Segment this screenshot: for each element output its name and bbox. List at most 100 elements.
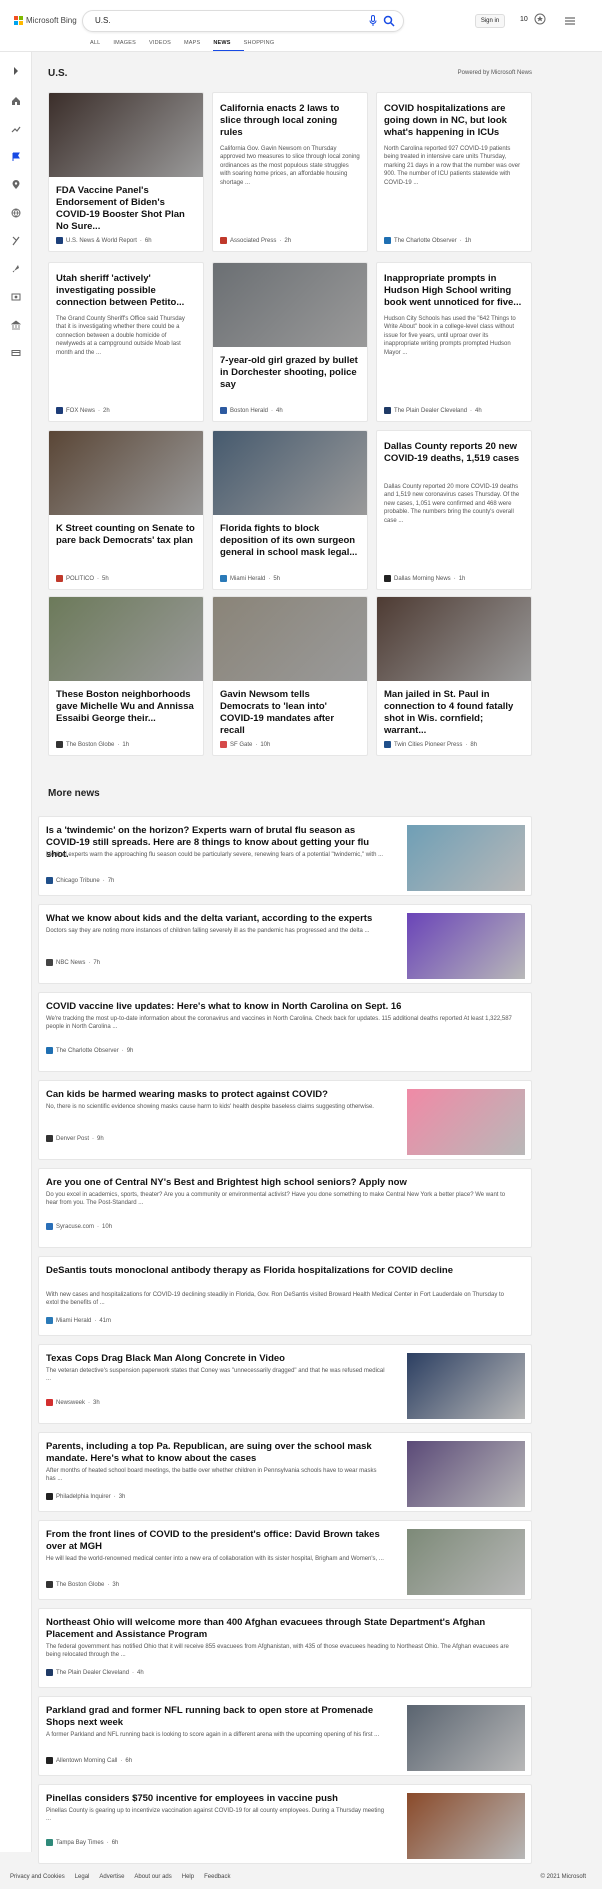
- source-name[interactable]: Associated Press: [230, 238, 276, 244]
- expand-chevron-icon[interactable]: [11, 66, 21, 76]
- more-news-title-link[interactable]: Northeast Ohio will welcome more than 40…: [46, 1617, 516, 1641]
- story-title[interactable]: Dallas County reports 20 new COVID-19 de…: [384, 441, 524, 465]
- story-title[interactable]: California enacts 2 laws to slice throug…: [220, 103, 360, 139]
- source-name[interactable]: U.S. News & World Report: [66, 238, 137, 244]
- trending-icon[interactable]: [11, 124, 21, 134]
- tab-maps[interactable]: MAPS: [184, 40, 213, 51]
- more-news-thumbnail[interactable]: [407, 1705, 525, 1771]
- top-story-card[interactable]: 7-year-old girl grazed by bullet in Dorc…: [212, 262, 368, 422]
- politics-icon[interactable]: [11, 236, 21, 246]
- source-name[interactable]: Twin Cities Pioneer Press: [394, 742, 462, 748]
- top-story-card[interactable]: Man jailed in St. Paul in connection to …: [376, 596, 532, 756]
- source-name[interactable]: The Boston Globe: [56, 1582, 104, 1588]
- source-name[interactable]: Chicago Tribune: [56, 878, 100, 884]
- science-rocket-icon[interactable]: [11, 264, 21, 274]
- search-box[interactable]: U.S.: [82, 10, 404, 32]
- location-pin-icon[interactable]: [11, 180, 21, 190]
- story-title[interactable]: FDA Vaccine Panel's Endorsement of Biden…: [56, 185, 196, 233]
- story-title[interactable]: Gavin Newsom tells Democrats to 'lean in…: [220, 689, 360, 737]
- more-news-item[interactable]: Northeast Ohio will welcome more than 40…: [38, 1608, 532, 1688]
- more-news-title-link[interactable]: COVID vaccine live updates: Here's what …: [46, 1001, 516, 1013]
- footer-link-legal[interactable]: Legal: [75, 1874, 90, 1880]
- top-story-card[interactable]: Dallas County reports 20 new COVID-19 de…: [376, 430, 532, 590]
- more-news-thumbnail[interactable]: [407, 1353, 525, 1419]
- source-name[interactable]: SF Gate: [230, 742, 252, 748]
- top-story-card[interactable]: K Street counting on Senate to pare back…: [48, 430, 204, 590]
- story-thumbnail[interactable]: [49, 597, 203, 681]
- tab-news[interactable]: NEWS: [213, 40, 244, 51]
- more-news-item[interactable]: Texas Cops Drag Black Man Along Concrete…: [38, 1344, 532, 1424]
- source-name[interactable]: The Plain Dealer Cleveland: [394, 408, 467, 414]
- story-thumbnail[interactable]: [213, 431, 367, 515]
- more-news-title-link[interactable]: Pinellas considers $750 incentive for em…: [46, 1793, 386, 1805]
- more-news-title-link[interactable]: DeSantis touts monoclonal antibody thera…: [46, 1265, 516, 1277]
- top-story-card[interactable]: Utah sheriff 'actively' investigating po…: [48, 262, 204, 422]
- money-card-icon[interactable]: [11, 348, 21, 358]
- business-icon[interactable]: [11, 320, 21, 330]
- source-name[interactable]: Philadelphia Inquirer: [56, 1494, 111, 1500]
- rewards-points[interactable]: 10: [520, 16, 528, 23]
- more-news-item[interactable]: Pinellas considers $750 incentive for em…: [38, 1784, 532, 1864]
- hamburger-menu-icon[interactable]: [565, 17, 575, 25]
- story-title[interactable]: Utah sheriff 'actively' investigating po…: [56, 273, 196, 309]
- more-news-item[interactable]: From the front lines of COVID to the pre…: [38, 1520, 532, 1600]
- more-news-title-link[interactable]: What we know about kids and the delta va…: [46, 913, 386, 925]
- story-thumbnail[interactable]: [213, 263, 367, 347]
- top-story-card[interactable]: Inappropriate prompts in Hudson High Sch…: [376, 262, 532, 422]
- more-news-item[interactable]: COVID vaccine live updates: Here's what …: [38, 992, 532, 1072]
- top-story-card[interactable]: Florida fights to block deposition of it…: [212, 430, 368, 590]
- source-name[interactable]: The Charlotte Observer: [394, 238, 457, 244]
- search-input[interactable]: U.S.: [95, 16, 111, 25]
- story-title[interactable]: Florida fights to block deposition of it…: [220, 523, 360, 559]
- home-icon[interactable]: [11, 96, 21, 106]
- source-name[interactable]: Dallas Morning News: [394, 576, 451, 582]
- more-news-thumbnail[interactable]: [407, 1529, 525, 1595]
- source-name[interactable]: Syracuse.com: [56, 1224, 94, 1230]
- footer-link-feedback[interactable]: Feedback: [204, 1874, 230, 1880]
- more-news-item[interactable]: What we know about kids and the delta va…: [38, 904, 532, 984]
- more-news-title-link[interactable]: Can kids be harmed wearing masks to prot…: [46, 1089, 386, 1101]
- more-news-title-link[interactable]: From the front lines of COVID to the pre…: [46, 1529, 386, 1553]
- tab-images[interactable]: IMAGES: [113, 40, 149, 51]
- story-thumbnail[interactable]: [49, 93, 203, 177]
- more-news-thumbnail[interactable]: [407, 1441, 525, 1507]
- story-thumbnail[interactable]: [377, 597, 531, 681]
- more-news-item[interactable]: Parents, including a top Pa. Republican,…: [38, 1432, 532, 1512]
- source-name[interactable]: FOX News: [66, 408, 95, 414]
- footer-link-privacy[interactable]: Privacy and Cookies: [10, 1874, 65, 1880]
- footer-link-about-ads[interactable]: About our ads: [134, 1874, 171, 1880]
- source-name[interactable]: POLITICO: [66, 576, 94, 582]
- story-title[interactable]: Man jailed in St. Paul in connection to …: [384, 689, 524, 737]
- more-news-item[interactable]: Can kids be harmed wearing masks to prot…: [38, 1080, 532, 1160]
- more-news-title-link[interactable]: Parkland grad and former NFL running bac…: [46, 1705, 386, 1729]
- footer-link-advertise[interactable]: Advertise: [99, 1874, 124, 1880]
- tab-shopping[interactable]: SHOPPING: [244, 40, 288, 51]
- more-news-thumbnail[interactable]: [407, 913, 525, 979]
- source-name[interactable]: Allentown Morning Call: [56, 1758, 117, 1764]
- more-news-title-link[interactable]: Parents, including a top Pa. Republican,…: [46, 1441, 386, 1465]
- more-news-item[interactable]: Parkland grad and former NFL running bac…: [38, 1696, 532, 1776]
- microphone-icon[interactable]: [369, 15, 377, 27]
- source-name[interactable]: Tampa Bay Times: [56, 1840, 104, 1846]
- source-name[interactable]: Denver Post: [56, 1136, 89, 1142]
- source-name[interactable]: Miami Herald: [56, 1318, 91, 1324]
- more-news-title-link[interactable]: Texas Cops Drag Black Man Along Concrete…: [46, 1353, 386, 1365]
- source-name[interactable]: The Plain Dealer Cleveland: [56, 1670, 129, 1676]
- source-name[interactable]: NBC News: [56, 960, 85, 966]
- globe-icon[interactable]: [11, 208, 21, 218]
- bing-logo[interactable]: Microsoft Bing: [14, 16, 77, 25]
- top-story-card[interactable]: Gavin Newsom tells Democrats to 'lean in…: [212, 596, 368, 756]
- entertainment-icon[interactable]: [11, 292, 21, 302]
- more-news-thumbnail[interactable]: [407, 825, 525, 891]
- top-story-card[interactable]: These Boston neighborhoods gave Michelle…: [48, 596, 204, 756]
- story-title[interactable]: Inappropriate prompts in Hudson High Sch…: [384, 273, 524, 309]
- more-news-item[interactable]: Are you one of Central NY's Best and Bri…: [38, 1168, 532, 1248]
- tab-videos[interactable]: VIDEOS: [149, 40, 184, 51]
- story-title[interactable]: COVID hospitalizations are going down in…: [384, 103, 524, 139]
- us-flag-icon[interactable]: [11, 152, 21, 162]
- more-news-title-link[interactable]: Are you one of Central NY's Best and Bri…: [46, 1177, 516, 1189]
- top-story-card[interactable]: California enacts 2 laws to slice throug…: [212, 92, 368, 252]
- story-title[interactable]: K Street counting on Senate to pare back…: [56, 523, 196, 547]
- footer-link-help[interactable]: Help: [182, 1874, 194, 1880]
- top-story-card[interactable]: COVID hospitalizations are going down in…: [376, 92, 532, 252]
